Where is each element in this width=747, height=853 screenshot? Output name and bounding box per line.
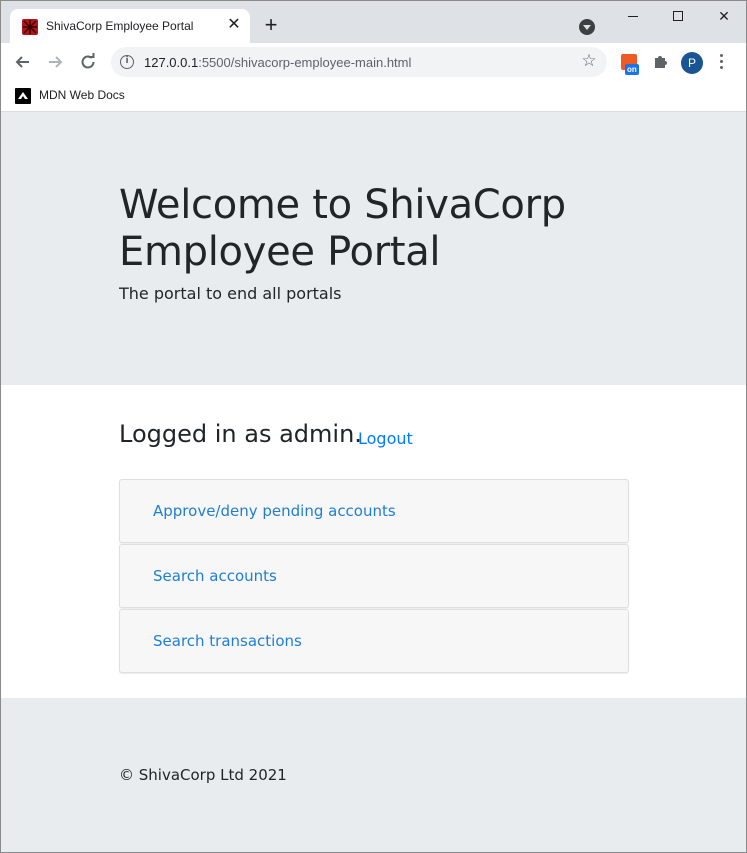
tab-active[interactable]: ShivaCorp Employee Portal ✕ <box>10 9 250 43</box>
window-maximize-button[interactable] <box>663 5 693 27</box>
page-title: Welcome to ShivaCorp Employee Portal <box>119 182 566 275</box>
site-info-icon[interactable]: i <box>120 55 134 69</box>
list-item[interactable]: Search accounts <box>119 544 629 608</box>
mdn-icon <box>15 88 31 104</box>
address-bar[interactable]: i 127.0.0.1:5500/shivacorp-employee-main… <box>111 47 607 77</box>
window-minimize-button[interactable] <box>618 5 648 27</box>
tab-title: ShivaCorp Employee Portal <box>46 19 194 33</box>
tab-strip: ShivaCorp Employee Portal ✕ + ✕ <box>1 1 746 43</box>
tab-search-icon[interactable] <box>579 19 595 35</box>
session-status: Logged in as admin. Logout <box>119 420 413 448</box>
browser-window: ShivaCorp Employee Portal ✕ + ✕ i 127.0.… <box>0 0 747 853</box>
footer-copyright: © ShivaCorp Ltd 2021 <box>119 766 287 784</box>
page-subtitle: The portal to end all portals <box>119 284 342 303</box>
action-list: Approve/deny pending accounts Search acc… <box>119 479 629 674</box>
back-arrow-icon[interactable] <box>13 52 33 72</box>
reload-icon[interactable] <box>78 52 98 72</box>
extensions-puzzle-icon[interactable] <box>652 52 670 70</box>
page-viewport: Welcome to ShivaCorp Employee Portal The… <box>1 112 746 852</box>
forward-arrow-icon[interactable] <box>45 52 65 72</box>
shivacorp-favicon-icon <box>22 19 38 35</box>
tab-close-icon[interactable]: ✕ <box>226 17 242 33</box>
extension-icon[interactable]: on <box>621 54 643 76</box>
bookmark-label: MDN Web Docs <box>39 88 125 102</box>
approve-deny-accounts-link[interactable]: Approve/deny pending accounts <box>153 502 396 520</box>
logout-link[interactable]: Logout <box>358 429 413 448</box>
url-text[interactable]: 127.0.0.1:5500/shivacorp-employee-main.h… <box>144 55 411 70</box>
search-accounts-link[interactable]: Search accounts <box>153 567 277 585</box>
list-item[interactable]: Approve/deny pending accounts <box>119 479 629 543</box>
bookmarks-bar: MDN Web Docs <box>1 81 746 112</box>
browser-toolbar: i 127.0.0.1:5500/shivacorp-employee-main… <box>1 43 746 81</box>
bookmark-star-icon[interactable]: ☆ <box>580 52 598 70</box>
page-footer: © ShivaCorp Ltd 2021 <box>1 698 746 852</box>
search-transactions-link[interactable]: Search transactions <box>153 632 302 650</box>
browser-menu-icon[interactable] <box>719 54 723 70</box>
main-section: Logged in as admin. Logout Approve/deny … <box>1 385 746 698</box>
new-tab-plus-icon[interactable]: + <box>260 14 282 37</box>
profile-avatar[interactable]: P <box>681 52 703 74</box>
hero-section: Welcome to ShivaCorp Employee Portal The… <box>1 112 746 385</box>
list-item[interactable]: Search transactions <box>119 609 629 673</box>
logged-in-text: Logged in as admin. <box>119 420 362 448</box>
window-close-button[interactable]: ✕ <box>709 5 739 27</box>
